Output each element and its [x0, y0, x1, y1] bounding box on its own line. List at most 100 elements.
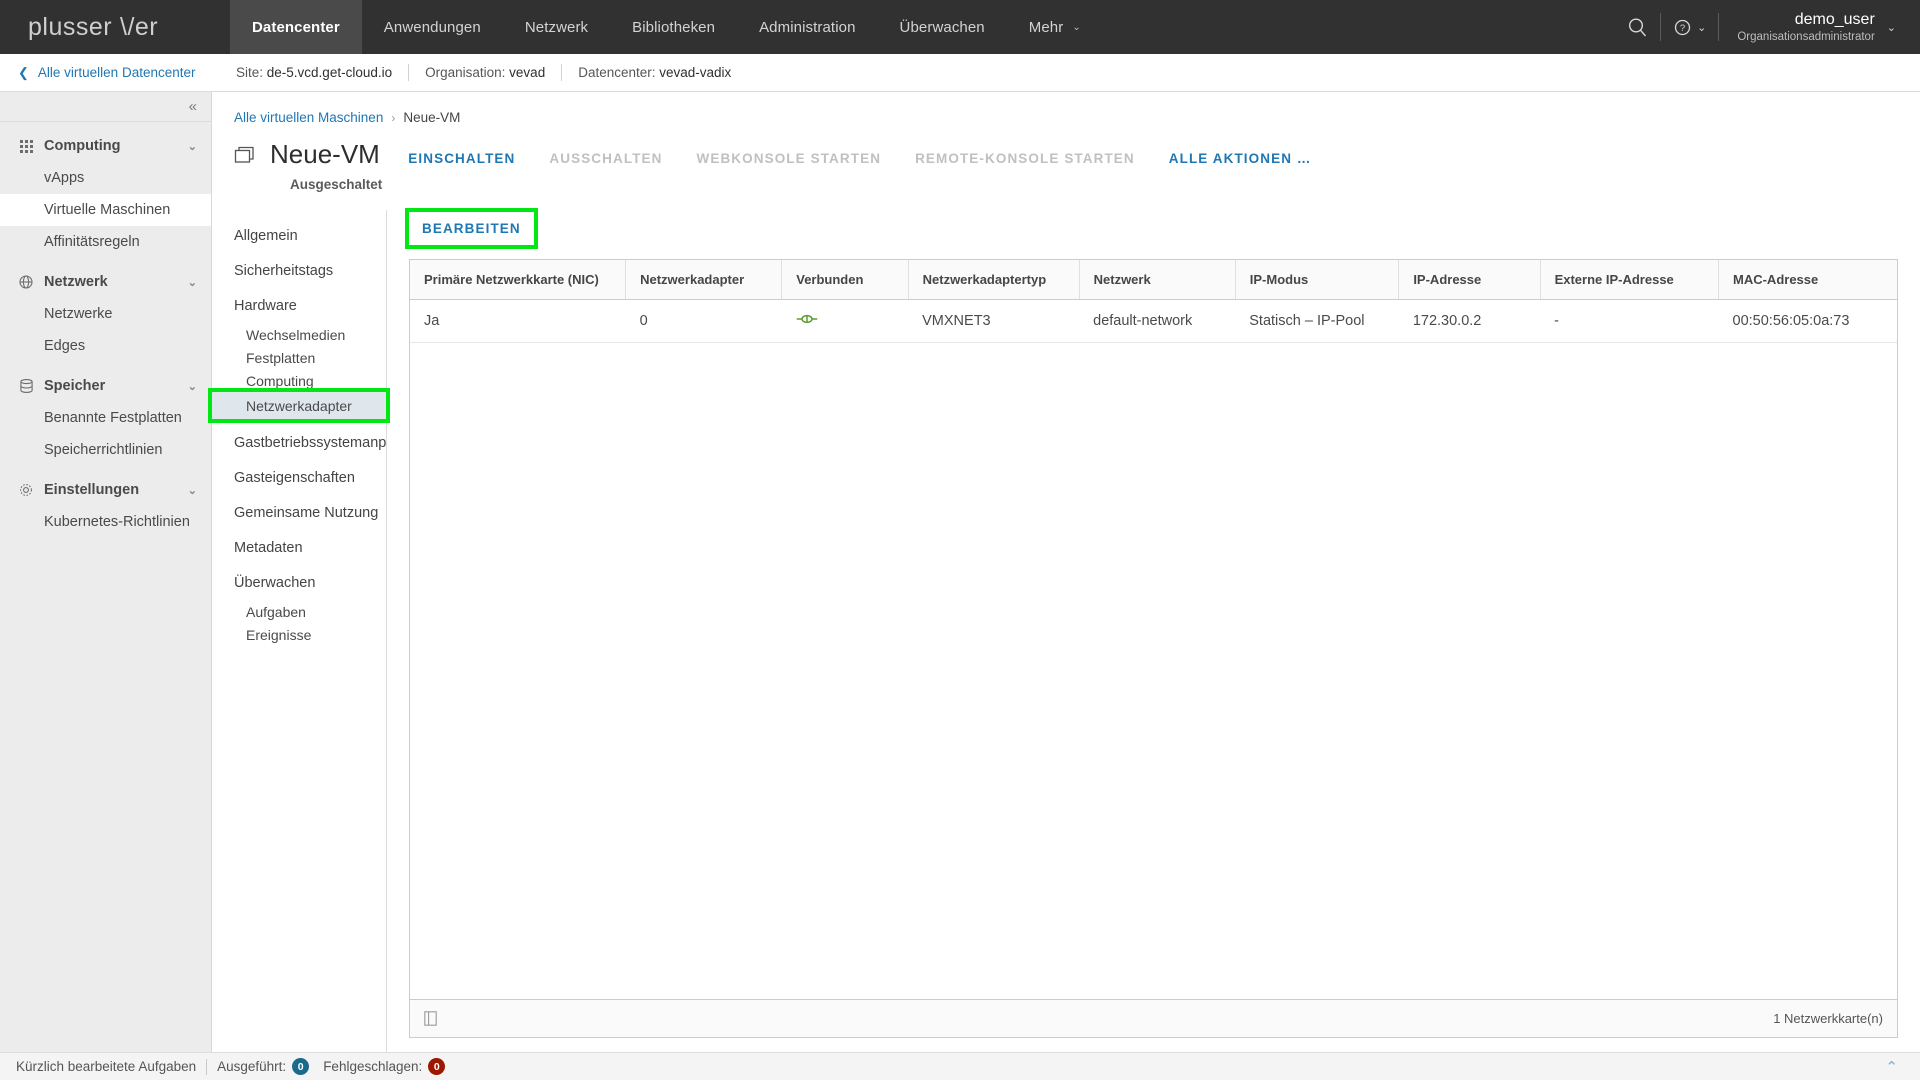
launch-web-console-button: WEBKONSOLE STARTEN: [696, 151, 882, 166]
column-header-connected[interactable]: Verbunden: [781, 260, 909, 300]
panel-toolbar: BEARBEITEN: [405, 208, 1898, 259]
nav-item-anwendungen[interactable]: Anwendungen: [362, 0, 503, 54]
datacenter-value: vevad-vadix: [659, 65, 732, 80]
back-label: Alle virtuellen Datencenter: [37, 65, 196, 80]
nav-label: Netzwerk: [524, 18, 589, 36]
vmnav-item-wechselmedien[interactable]: Wechselmedien: [212, 323, 386, 346]
column-header-ip-mode[interactable]: IP-Modus: [1235, 260, 1400, 300]
vmnav-item-label: Gasteigenschaften: [234, 469, 355, 486]
nav-label: Mehr: [1028, 18, 1064, 36]
sidebar-item-kubernetes-richtlinien[interactable]: Kubernetes-Richtlinien: [0, 506, 211, 538]
user-role: Organisationsadministrator: [1737, 30, 1875, 43]
column-header-ip-address[interactable]: IP-Adresse: [1398, 260, 1541, 300]
table-row[interactable]: Ja 0 VMXNET3 default-network Statisch – …: [410, 299, 1897, 343]
column-header-adapter[interactable]: Netzwerkadapter: [625, 260, 783, 300]
sidebar-item-affinitatsregeln[interactable]: Affinitätsregeln: [0, 226, 211, 258]
brand-logo[interactable]: plusser \/er: [0, 0, 230, 54]
vmnav-item-uberwachen[interactable]: Überwachen: [212, 565, 386, 600]
nav-label: Datencenter: [252, 18, 340, 36]
nav-label: Überwachen: [899, 18, 985, 36]
vmnav-item-computing[interactable]: Computing: [212, 369, 386, 392]
nav-item-bibliotheken[interactable]: Bibliotheken: [610, 0, 737, 54]
nav-item-datencenter[interactable]: Datencenter: [230, 0, 362, 54]
column-header-primary-nic[interactable]: Primäre Netzwerkkarte (NIC): [410, 260, 627, 300]
collapse-sidebar-icon[interactable]: «: [189, 98, 197, 115]
vmnav-item-ereignisse[interactable]: Ereignisse: [212, 623, 386, 646]
failed-label: Fehlgeschlagen:: [323, 1059, 423, 1074]
network-adapters-table: Primäre Netzwerkkarte (NIC) Netzwerkadap…: [410, 260, 1897, 343]
chevron-down-icon: ⌄: [1072, 21, 1081, 33]
nav-item-uberwachen[interactable]: Überwachen: [878, 0, 1007, 54]
expand-status-bar-icon[interactable]: ⌃: [1885, 1058, 1904, 1076]
breadcrumb-root-link[interactable]: Alle virtuellen Maschinen: [234, 110, 383, 125]
vmnav-item-allgemein[interactable]: Allgemein: [212, 218, 386, 253]
sidebar-group-label: Einstellungen: [44, 482, 140, 498]
columns-icon[interactable]: [424, 1011, 437, 1026]
cell-ip-address: 172.30.0.2: [1398, 299, 1541, 343]
nav-label: Administration: [759, 18, 856, 36]
sidebar-group-einstellungen[interactable]: Einstellungen ⌄: [0, 474, 211, 506]
datacenter-info: Datencenter: vevad-vadix: [562, 65, 747, 80]
site-context-bar: ❮ Alle virtuellen Datencenter Site: de-5…: [0, 54, 1920, 92]
cell-network: default-network: [1079, 299, 1236, 343]
breadcrumb: Alle virtuellen Maschinen › Neue-VM: [212, 92, 1920, 125]
sidebar-item-benannte-festplatten[interactable]: Benannte Festplatten: [0, 402, 211, 434]
top-right-controls: ? ⌄ demo_user Organisationsadministrator…: [1614, 0, 1920, 54]
vm-power-state: Ausgeschaltet: [290, 177, 383, 192]
vmnav-item-metadaten[interactable]: Metadaten: [212, 530, 386, 565]
vmnav-item-gasteigenschaften[interactable]: Gasteigenschaften: [212, 460, 386, 495]
recent-tasks-label[interactable]: Kürzlich bearbeitete Aufgaben: [16, 1059, 196, 1074]
nav-item-administration[interactable]: Administration: [737, 0, 877, 54]
column-header-mac-address[interactable]: MAC-Adresse: [1718, 260, 1897, 300]
sidebar-group-netzwerk[interactable]: Netzwerk ⌄: [0, 266, 211, 298]
column-header-network[interactable]: Netzwerk: [1079, 260, 1236, 300]
breadcrumb-current: Neue-VM: [403, 110, 461, 125]
all-actions-button[interactable]: ALLE AKTIONEN …: [1169, 151, 1312, 166]
cell-ip-mode: Statisch – IP-Pool: [1235, 299, 1399, 343]
nav-item-mehr[interactable]: Mehr ⌄: [1007, 0, 1103, 54]
sidebar-group-speicher[interactable]: Speicher ⌄: [0, 370, 211, 402]
user-menu[interactable]: demo_user Organisationsadministrator ⌄: [1719, 10, 1896, 44]
sidebar-group-label: Netzwerk: [44, 274, 108, 290]
svg-text:\/er: \/er: [120, 14, 158, 40]
edit-button[interactable]: BEARBEITEN: [405, 208, 538, 249]
power-on-button[interactable]: EINSCHALTEN: [408, 151, 515, 166]
vmnav-item-aufgaben[interactable]: Aufgaben: [212, 600, 386, 623]
executed-tasks: Ausgeführt: 0: [217, 1058, 310, 1075]
sidebar-item-speicherrichtlinien[interactable]: Speicherrichtlinien: [0, 434, 211, 466]
help-icon[interactable]: ? ⌄: [1661, 0, 1718, 54]
site-value: de-5.vcd.get-cloud.io: [266, 65, 393, 80]
sidebar-item-label: Affinitätsregeln: [44, 234, 140, 250]
vmnav-item-label: Netzwerkadapter: [246, 397, 352, 414]
content-area: Alle virtuellen Maschinen › Neue-VM Neue…: [208, 92, 1920, 1052]
nav-item-netzwerk[interactable]: Netzwerk: [503, 0, 610, 54]
chevron-down-icon: ⌄: [187, 380, 197, 393]
vmnav-item-festplatten[interactable]: Festplatten: [212, 346, 386, 369]
vmnav-item-hardware[interactable]: Hardware: [212, 288, 386, 323]
sidebar-item-netzwerke[interactable]: Netzwerke: [0, 298, 211, 330]
sidebar-item-virtuelle-maschinen[interactable]: Virtuelle Maschinen: [0, 194, 211, 226]
sidebar-group-computing[interactable]: Computing ⌄: [0, 130, 211, 162]
grid-icon: [18, 138, 34, 154]
vmnav-item-sicherheitstags[interactable]: Sicherheitstags: [212, 253, 386, 288]
column-header-adapter-type[interactable]: Netzwerkadaptertyp: [908, 260, 1080, 300]
sidebar-item-edges[interactable]: Edges: [0, 330, 211, 362]
sidebar-item-label: Speicherrichtlinien: [44, 442, 163, 458]
vm-title-block: Neue-VM Ausgeschaltet: [270, 141, 382, 192]
back-to-all-vdcs-link[interactable]: ❮ Alle virtuellen Datencenter: [0, 65, 212, 81]
search-icon[interactable]: [1614, 0, 1660, 54]
row-count-label: 1 Netzwerkkarte(n): [1773, 1011, 1883, 1026]
sidebar-item-vapps[interactable]: vApps: [0, 162, 211, 194]
table-header: Primäre Netzwerkkarte (NIC) Netzwerkadap…: [410, 260, 1897, 300]
sidebar-item-label: Netzwerke: [44, 306, 113, 322]
vmnav-item-label: Ereignisse: [246, 626, 312, 643]
vmnav-item-gastbetriebssystemanpassung[interactable]: Gastbetriebssystemanpassung: [212, 425, 386, 460]
column-header-external-ip[interactable]: Externe IP-Adresse: [1540, 260, 1720, 300]
vmnav-item-label: Allgemein: [234, 227, 298, 244]
chevron-down-icon: ⌄: [187, 276, 197, 289]
main-nav: Datencenter Anwendungen Netzwerk Bibliot…: [230, 0, 1103, 54]
vmnav-item-netzwerkadapter[interactable]: Netzwerkadapter: [208, 388, 390, 423]
vmnav-item-gemeinsame-nutzung[interactable]: Gemeinsame Nutzung: [212, 495, 386, 530]
vm-detail-split: Allgemein Sicherheitstags Hardware Wechs…: [208, 192, 1920, 1052]
vmnav-item-label: Überwachen: [234, 574, 316, 591]
